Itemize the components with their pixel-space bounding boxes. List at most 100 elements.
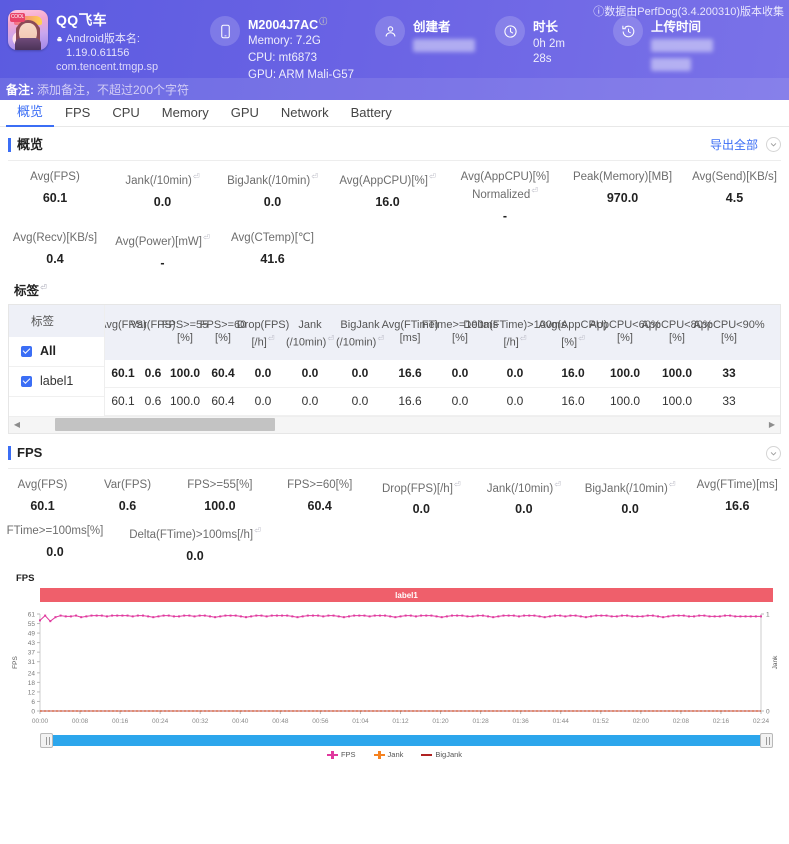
table-cell: 60.4 bbox=[211, 394, 234, 408]
metric-value: 100.0 bbox=[170, 499, 270, 513]
metric-cell: Peak(Memory)[MB]970.0 bbox=[565, 170, 680, 223]
help-icon[interactable]: ⏎ bbox=[429, 170, 436, 184]
svg-text:12: 12 bbox=[28, 690, 36, 697]
scroll-right-icon[interactable]: ▶ bbox=[764, 416, 780, 433]
table-cell: 0.0 bbox=[255, 366, 272, 380]
svg-text:1: 1 bbox=[766, 612, 770, 619]
help-icon[interactable]: ⏎ bbox=[578, 332, 585, 345]
metric-value: 0.4 bbox=[0, 252, 110, 266]
chart-time-slider[interactable] bbox=[40, 735, 773, 746]
metric-cell: Avg(AppCPU)[%]⏎16.0 bbox=[330, 170, 445, 223]
overview-collapse-button[interactable] bbox=[766, 137, 781, 152]
table-cell: 0.0 bbox=[302, 366, 319, 380]
metric-value: - bbox=[110, 256, 215, 270]
tab-GPU[interactable]: GPU bbox=[220, 100, 270, 126]
note-bar[interactable]: 备注: 添加备注，不超过200个字符 bbox=[0, 78, 789, 100]
metric-label: Avg(FPS) bbox=[0, 170, 110, 184]
tab-FPS[interactable]: FPS bbox=[54, 100, 101, 126]
note-input[interactable]: 添加备注，不超过200个字符 bbox=[37, 81, 189, 98]
chart-label-bar[interactable]: label1 bbox=[40, 588, 773, 602]
metric-cell: Jank(/10min)⏎0.0 bbox=[110, 170, 215, 223]
table-cell: 100.0 bbox=[170, 366, 200, 380]
help-icon[interactable]: ⏎ bbox=[254, 524, 261, 538]
tab-Network[interactable]: Network bbox=[270, 100, 340, 126]
table-cell: 0.0 bbox=[352, 394, 369, 408]
svg-text:0: 0 bbox=[31, 709, 35, 716]
metric-cell: Jank(/10min)⏎0.0 bbox=[473, 478, 575, 517]
clock-icon bbox=[495, 16, 525, 46]
help-icon[interactable]: ⏎ bbox=[203, 231, 210, 245]
table-cell: 60.1 bbox=[111, 394, 134, 408]
slider-handle-left[interactable] bbox=[40, 733, 53, 748]
metric-label: Avg(CTemp)[℃] bbox=[215, 231, 330, 245]
tab-概览[interactable]: 概览 bbox=[6, 99, 54, 127]
metric-value: 41.6 bbox=[215, 252, 330, 266]
svg-text:01:12: 01:12 bbox=[392, 718, 409, 725]
export-all-link[interactable]: 导出全部 bbox=[710, 136, 758, 153]
help-icon[interactable]: ⏎ bbox=[669, 478, 676, 492]
help-icon[interactable]: ⏎ bbox=[311, 170, 318, 184]
metric-value: 16.6 bbox=[686, 499, 789, 513]
legend-item[interactable]: Jank bbox=[374, 750, 404, 759]
table-row[interactable]: 60.10.6100.060.40.00.00.016.60.00.016.01… bbox=[105, 360, 780, 388]
table-row[interactable]: 60.10.6100.060.40.00.00.016.60.00.016.01… bbox=[105, 388, 780, 416]
svg-text:00:40: 00:40 bbox=[232, 718, 249, 725]
table-cell: 0.0 bbox=[452, 394, 469, 408]
fps-metrics: Avg(FPS)60.1Var(FPS)0.6FPS>=55[%]100.0FP… bbox=[0, 469, 789, 568]
metric-cell: Avg(Send)[KB/s]4.5 bbox=[680, 170, 789, 223]
metric-cell: Var(FPS)0.6 bbox=[85, 478, 170, 517]
svg-text:00:16: 00:16 bbox=[112, 718, 129, 725]
scrollbar-thumb[interactable] bbox=[55, 418, 275, 431]
table-cell: 100.0 bbox=[170, 394, 200, 408]
help-icon[interactable]: ⏎ bbox=[268, 332, 275, 345]
table-cell: 33 bbox=[722, 394, 735, 408]
help-icon[interactable]: ⏎ bbox=[40, 283, 47, 292]
history-icon bbox=[613, 16, 643, 46]
metric-value: 60.4 bbox=[270, 499, 370, 513]
help-icon[interactable]: ⏎ bbox=[193, 170, 200, 184]
help-icon[interactable]: ⏎ bbox=[327, 332, 334, 345]
metric-value: 970.0 bbox=[565, 191, 680, 205]
package-name: com.tencent.tmgp.sp bbox=[56, 61, 158, 73]
slider-handle-right[interactable] bbox=[760, 733, 773, 748]
metric-label: Jank(/10min)⏎ bbox=[473, 478, 575, 496]
scrollbar-track[interactable] bbox=[25, 416, 764, 433]
info-icon[interactable]: ⓘ bbox=[319, 16, 327, 27]
help-icon[interactable]: ⏎ bbox=[520, 332, 527, 345]
chart-plot-area[interactable]: 0612182431374349556101FPSJank00:0000:080… bbox=[8, 608, 781, 733]
tags-data-column: Avg(FPS)Var(FPS)FPS>=55[%]FPS>=60[%]Drop… bbox=[105, 305, 780, 417]
help-icon[interactable]: ⏎ bbox=[531, 184, 538, 198]
overview-section-header: 概览 导出全部 bbox=[0, 127, 789, 160]
metric-cell: FPS>=60[%]60.4 bbox=[270, 478, 370, 517]
metric-value: 0.0 bbox=[215, 195, 330, 209]
help-icon[interactable]: ⏎ bbox=[454, 478, 461, 492]
tab-Memory[interactable]: Memory bbox=[151, 100, 220, 126]
metric-value: 4.5 bbox=[680, 191, 789, 205]
fps-collapse-button[interactable] bbox=[766, 446, 781, 461]
svg-text:01:20: 01:20 bbox=[432, 718, 449, 725]
metric-cell: Avg(Power)[mW]⏎- bbox=[110, 231, 215, 270]
legend-item[interactable]: FPS bbox=[327, 750, 356, 759]
tab-Battery[interactable]: Battery bbox=[340, 100, 403, 126]
tag-list-item[interactable]: label1 bbox=[9, 367, 104, 397]
tags-title: 标签⏎ bbox=[0, 274, 789, 304]
metric-value: 0.0 bbox=[110, 549, 280, 563]
tab-CPU[interactable]: CPU bbox=[101, 100, 150, 126]
overview-title: 概览 bbox=[8, 138, 43, 152]
table-cell: 0.6 bbox=[145, 394, 162, 408]
chart-title: FPS bbox=[8, 573, 781, 584]
metric-value: 0.0 bbox=[0, 545, 110, 559]
checkbox-checked-icon[interactable] bbox=[21, 346, 32, 357]
svg-text:00:00: 00:00 bbox=[32, 718, 49, 725]
tags-table-scrollbar[interactable]: ◀ ▶ bbox=[9, 416, 780, 433]
metric-cell: BigJank(/10min)⏎0.0 bbox=[215, 170, 330, 223]
tag-list-item[interactable]: All bbox=[9, 337, 104, 367]
svg-text:00:24: 00:24 bbox=[152, 718, 169, 725]
scroll-left-icon[interactable]: ◀ bbox=[9, 416, 25, 433]
metric-cell: Avg(FPS)60.1 bbox=[0, 170, 110, 223]
legend-item[interactable]: BigJank bbox=[421, 750, 462, 759]
phone-icon bbox=[210, 16, 240, 46]
help-icon[interactable]: ⏎ bbox=[554, 478, 561, 492]
checkbox-checked-icon[interactable] bbox=[21, 376, 32, 387]
metric-value: 60.1 bbox=[0, 499, 85, 513]
